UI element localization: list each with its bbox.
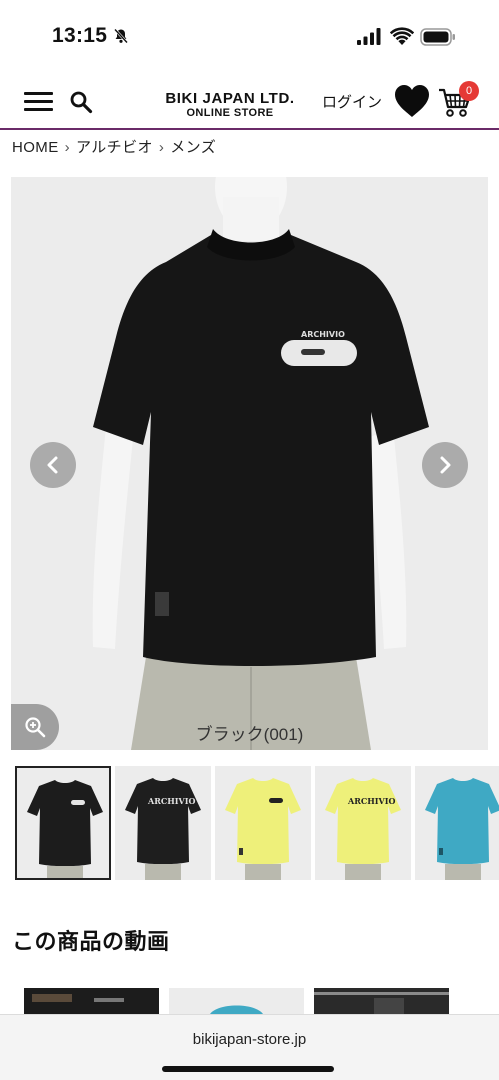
thumbnail-print-text: ARCHIVIO bbox=[147, 796, 195, 806]
next-image-button[interactable] bbox=[422, 442, 468, 488]
breadcrumb-category[interactable]: メンズ bbox=[170, 139, 216, 156]
wifi-icon bbox=[390, 27, 414, 45]
chevron-left-icon bbox=[47, 456, 58, 474]
video-thumbnail[interactable] bbox=[314, 988, 449, 1016]
site-header: BIKI JAPAN LTD. ONLINE STORE ログイン 0 bbox=[0, 70, 499, 130]
thumbnail-shirt: ARCHIVIO bbox=[115, 766, 211, 880]
color-caption: ブラック(001) bbox=[195, 725, 304, 744]
thumbnail-1[interactable] bbox=[15, 766, 111, 880]
thumbnail-strip: ARCHIVIO ARCHIVIO bbox=[15, 766, 499, 880]
chevron-right-icon bbox=[440, 456, 451, 474]
status-bar: 13:15 bbox=[0, 0, 499, 70]
breadcrumb-separator: › bbox=[64, 139, 71, 156]
thumbnail-4[interactable]: ARCHIVIO bbox=[315, 766, 411, 880]
shirt-logo-text: ARCHIVIO bbox=[301, 330, 345, 339]
thumbnail-shirt bbox=[215, 766, 311, 880]
home-indicator[interactable] bbox=[162, 1066, 334, 1072]
video-strip bbox=[24, 988, 499, 1016]
battery-icon bbox=[420, 28, 455, 46]
store-logo[interactable]: BIKI JAPAN LTD. ONLINE STORE bbox=[150, 91, 310, 120]
login-link[interactable]: ログイン bbox=[322, 91, 382, 112]
url-text[interactable]: bikijapan-store.jp bbox=[0, 1031, 499, 1048]
video-thumbnail[interactable] bbox=[24, 988, 159, 1016]
breadcrumb-brand[interactable]: アルチビオ bbox=[76, 139, 153, 156]
video-frame bbox=[24, 988, 159, 1016]
previous-image-button[interactable] bbox=[30, 442, 76, 488]
breadcrumb-home[interactable]: HOME bbox=[12, 139, 59, 156]
status-time: 13:15 bbox=[52, 24, 108, 47]
hamburger-menu-icon[interactable] bbox=[24, 92, 53, 112]
thumbnail-shirt: ARCHIVIO bbox=[315, 766, 411, 880]
thumbnail-2[interactable]: ARCHIVIO bbox=[115, 766, 211, 880]
video-section-title: この商品の動画 bbox=[12, 929, 170, 954]
logo-main-text: BIKI JAPAN LTD. bbox=[165, 90, 295, 107]
video-thumbnail[interactable] bbox=[169, 988, 304, 1016]
search-icon[interactable] bbox=[69, 90, 93, 114]
breadcrumb: HOME › アルチビオ › メンズ bbox=[12, 136, 216, 157]
breadcrumb-separator: › bbox=[158, 139, 165, 156]
bell-slash-icon bbox=[114, 28, 128, 44]
thumbnail-shirt bbox=[17, 768, 109, 878]
thumbnail-print-text: ARCHIVIO bbox=[347, 796, 395, 806]
product-photo-illustration: ARCHIVIO bbox=[11, 177, 488, 750]
logo-sub-text: ONLINE STORE bbox=[186, 107, 274, 119]
video-frame bbox=[314, 988, 449, 1016]
video-frame bbox=[169, 988, 304, 1016]
thumbnail-shirt bbox=[415, 766, 499, 880]
cart-count-badge: 0 bbox=[459, 81, 479, 101]
browser-url-bar[interactable]: bikijapan-store.jp bbox=[0, 1014, 499, 1080]
product-main-image[interactable]: ARCHIVIO bbox=[11, 177, 488, 750]
thumbnail-3[interactable] bbox=[215, 766, 311, 880]
thumbnail-5[interactable] bbox=[415, 766, 499, 880]
signal-icon bbox=[357, 28, 381, 45]
heart-favorites-icon[interactable] bbox=[394, 84, 430, 118]
